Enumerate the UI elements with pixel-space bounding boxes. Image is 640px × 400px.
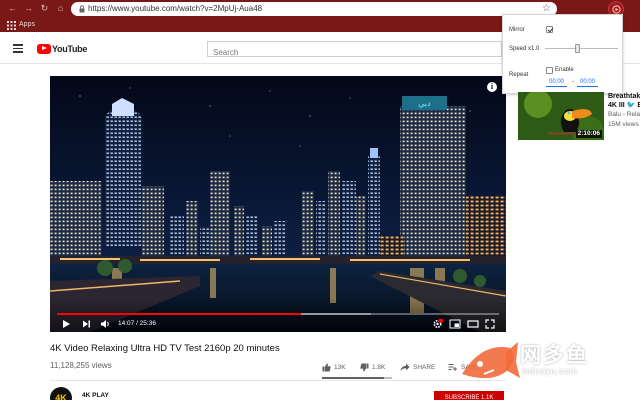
like-button[interactable]: 13K <box>322 361 346 373</box>
theater-mode-icon[interactable] <box>467 319 479 329</box>
dubai-marina-night-scene: دبي <box>50 76 506 332</box>
youtube-logo-text: YouTube <box>52 43 88 54</box>
address-bar[interactable]: https://www.youtube.com/watch?v=2MpUj-Au… <box>71 2 557 16</box>
dislike-count: 1.8K <box>372 363 386 371</box>
speed-slider-track[interactable] <box>545 48 618 49</box>
volume-icon[interactable] <box>100 319 111 329</box>
share-button[interactable]: SHARE <box>400 361 435 373</box>
recommended-video-title[interactable]: Breathtaki 4K III 🐦 B <box>608 92 640 110</box>
forward-arrow-icon[interactable]: → <box>23 3 34 14</box>
back-arrow-icon[interactable]: ← <box>7 3 18 14</box>
recommended-title-line-2: 4K III 🐦 B <box>608 102 640 109</box>
section-divider <box>50 380 506 381</box>
time-display: 14:07 / 25:36 <box>118 320 156 327</box>
apps-grid-icon[interactable] <box>7 21 16 30</box>
home-icon[interactable]: ⌂ <box>55 3 66 14</box>
dislike-button[interactable]: 1.8K <box>360 361 385 373</box>
mirror-label: Mirror <box>509 27 525 33</box>
info-icon[interactable]: i <box>487 82 497 92</box>
recommended-title-line-1: Breathtaki <box>608 93 640 100</box>
recommended-channel-name: Balu - Relaxi <box>608 111 640 118</box>
reload-icon[interactable]: ↻ <box>39 3 50 14</box>
thumbs-up-icon <box>322 363 331 371</box>
next-icon[interactable] <box>82 319 91 329</box>
like-dislike-ratio-bar <box>322 377 392 379</box>
fullscreen-icon[interactable] <box>485 319 495 329</box>
video-player[interactable]: دبي i 14:07 / 25:36 <box>50 76 506 332</box>
miniplayer-icon[interactable] <box>449 319 461 329</box>
menu-icon[interactable] <box>13 44 23 53</box>
channel-avatar[interactable]: 4K <box>50 387 72 400</box>
settings-gear-icon[interactable] <box>432 319 443 329</box>
repeat-end-input[interactable]: 00:00 <box>577 78 598 87</box>
repeat-separator: - <box>572 79 574 85</box>
speed-slider-thumb[interactable] <box>574 44 580 53</box>
tower-sign-text: دبي <box>418 99 431 108</box>
youtube-logo[interactable]: YouTube <box>37 43 87 54</box>
search-box <box>207 41 502 60</box>
search-input[interactable] <box>208 45 501 60</box>
video-extension-icon <box>612 5 621 14</box>
video-duration: 2:10:06 <box>575 130 602 138</box>
progress-bar[interactable] <box>57 313 499 315</box>
share-arrow-icon <box>400 363 410 371</box>
played-bar <box>57 313 301 315</box>
play-icon[interactable] <box>62 319 71 329</box>
view-count: 11,128,255 views <box>50 361 112 370</box>
repeat-label: Repeat <box>509 72 529 78</box>
lock-icon <box>79 5 85 13</box>
youtube-play-logo-icon <box>37 43 51 54</box>
recommended-video-thumbnail[interactable]: 2:10:06 <box>518 92 604 140</box>
repeat-enable-label: Enable <box>555 67 574 73</box>
url-text: https://www.youtube.com/watch?v=2MpUj-Au… <box>88 4 263 13</box>
share-label: SHARE <box>413 363 436 371</box>
speed-label: Speed x1.0 <box>509 46 540 52</box>
thumbs-down-icon <box>360 363 369 371</box>
video-controls-extension-popup: Mirror Speed x1.0 Repeat Enable 00:00 - … <box>502 14 623 94</box>
watermark-url: wduoyu.com <box>522 366 578 376</box>
mirror-checkbox[interactable] <box>546 26 553 33</box>
apps-bookmark-label[interactable]: Apps <box>19 19 35 31</box>
video-title: 4K Video Relaxing Ultra HD TV Test 2160p… <box>50 343 280 354</box>
like-count: 13K <box>334 363 346 371</box>
watermark-text: 网多鱼 <box>520 344 589 367</box>
repeat-start-input[interactable]: 00:00 <box>546 78 567 87</box>
channel-name[interactable]: 4K PLAY <box>82 392 109 399</box>
add-to-playlist-icon <box>448 363 457 371</box>
repeat-enable-checkbox[interactable] <box>546 67 553 74</box>
like-ratio-fill <box>322 377 384 379</box>
recommended-view-count: 15M views <box>608 121 639 128</box>
